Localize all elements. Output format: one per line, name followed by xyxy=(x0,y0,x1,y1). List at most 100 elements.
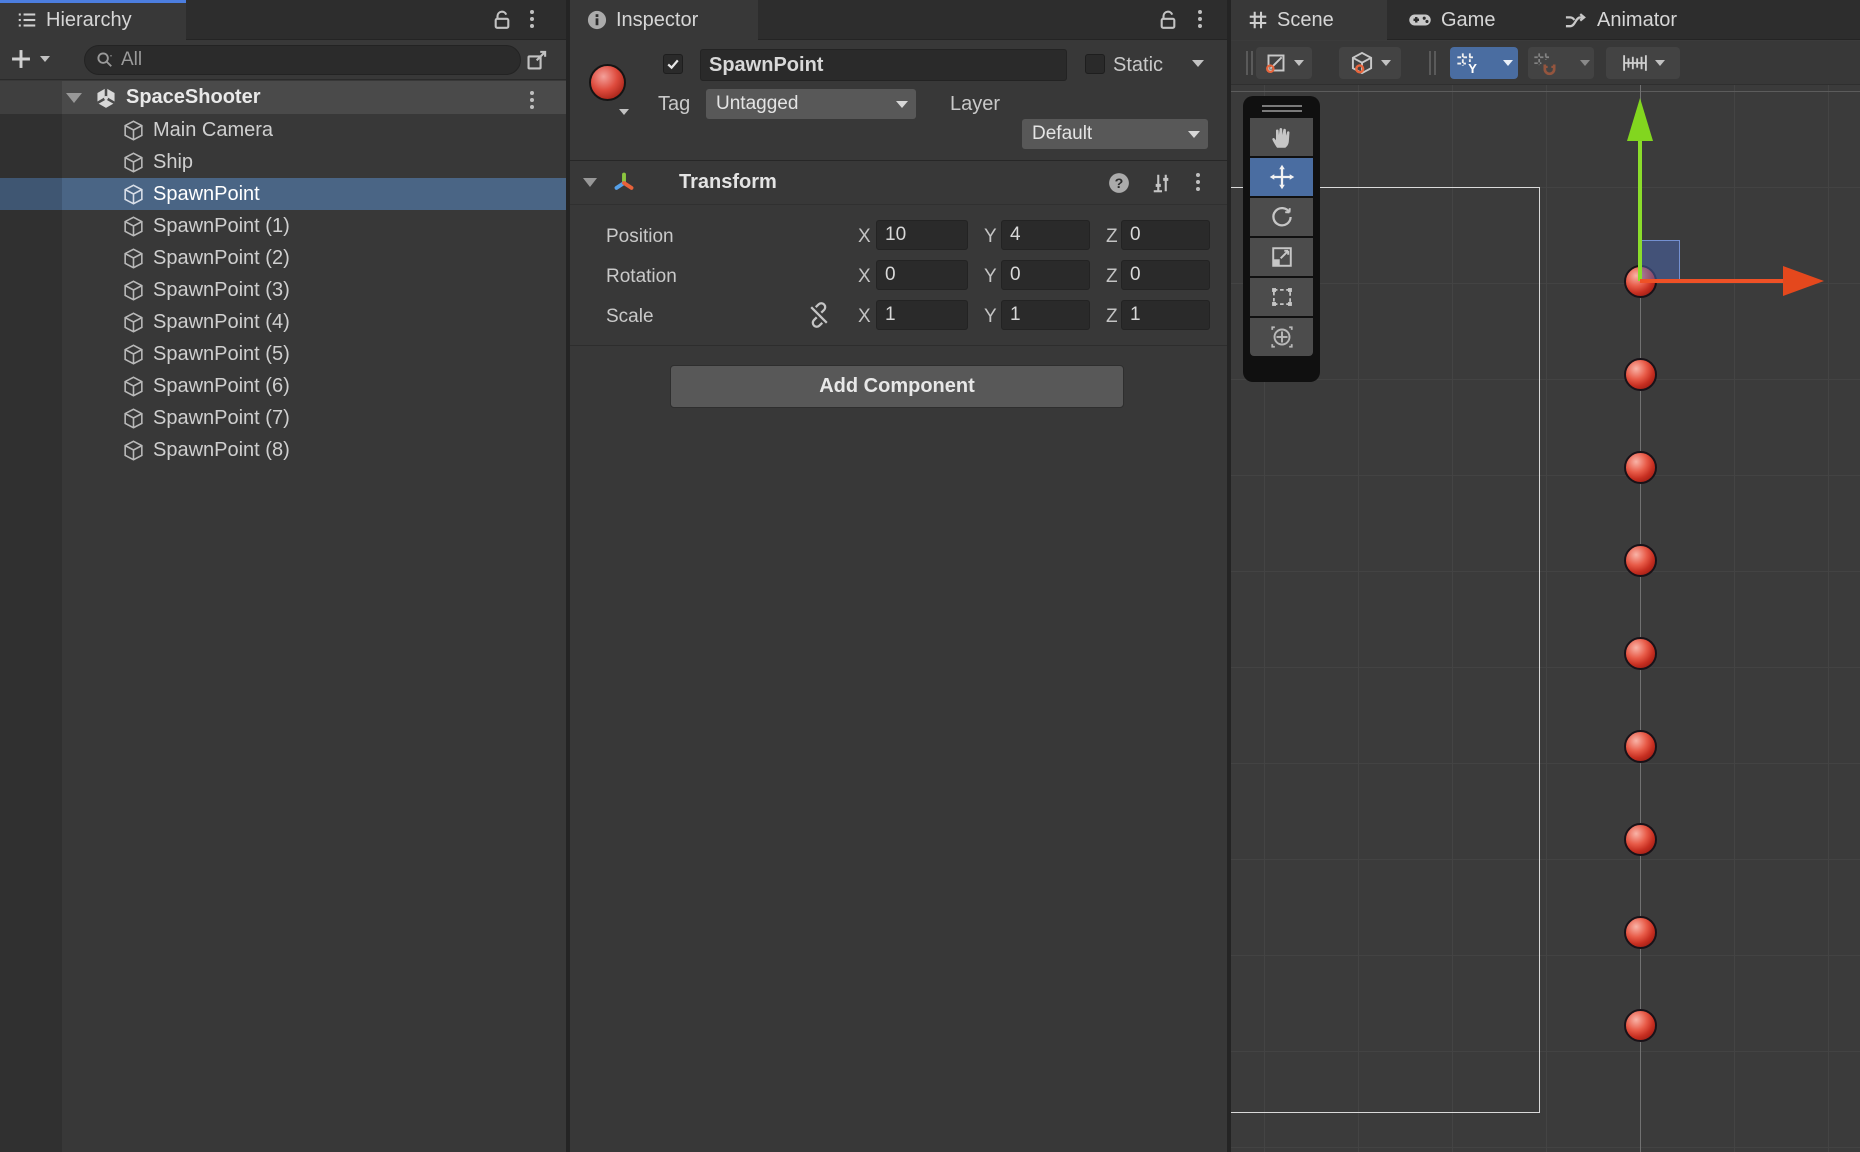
spawnpoint-gizmo-sphere[interactable] xyxy=(1624,451,1657,484)
gizmo-y-axis-arrowhead[interactable] xyxy=(1627,98,1653,141)
transform-tool-button[interactable] xyxy=(1250,318,1313,356)
tab-hierarchy[interactable]: Hierarchy xyxy=(0,0,186,40)
tree-row-spawnpoint-2[interactable]: SpawnPoint (2) xyxy=(0,242,566,274)
icon-picker-caret[interactable] xyxy=(619,109,629,115)
magnet-grid-icon xyxy=(1526,51,1561,76)
search-input[interactable] xyxy=(121,49,451,71)
palette-drag-handle[interactable] xyxy=(1250,102,1313,114)
cube-icon xyxy=(122,311,145,334)
view-options-button[interactable] xyxy=(1339,47,1401,79)
tool-palette xyxy=(1243,96,1320,382)
tree-row-spawnpoint-5[interactable]: SpawnPoint (5) xyxy=(0,338,566,370)
scene-row-spaceshooter[interactable]: SpaceShooter xyxy=(0,81,566,114)
add-object-button[interactable] xyxy=(8,46,34,72)
combined-transform-icon xyxy=(1269,324,1295,350)
rotation-y-field[interactable] xyxy=(1001,260,1090,290)
tree-row-spawnpoint-4[interactable]: SpawnPoint (4) xyxy=(0,306,566,338)
gizmo-x-axis-arrowhead[interactable] xyxy=(1783,266,1824,296)
add-object-caret-icon[interactable] xyxy=(40,56,50,62)
move-tool-button[interactable] xyxy=(1250,158,1313,196)
spawnpoint-gizmo-sphere[interactable] xyxy=(1624,544,1657,577)
spawnpoint-gizmo-sphere[interactable] xyxy=(1624,823,1657,856)
add-component-button[interactable]: Add Component xyxy=(670,365,1124,408)
transform-title: Transform xyxy=(679,171,777,194)
tree-row-spawnpoint-3[interactable]: SpawnPoint (3) xyxy=(0,274,566,306)
grid-snapping-button[interactable] xyxy=(1528,47,1594,79)
active-checkbox[interactable] xyxy=(663,54,683,74)
tree-row-spawnpoint-8[interactable]: SpawnPoint (8) xyxy=(0,434,566,466)
kebab-menu-icon[interactable] xyxy=(530,91,534,109)
rotation-z-field[interactable] xyxy=(1121,260,1210,290)
presets-icon[interactable] xyxy=(1150,171,1174,195)
dropdown-caret-icon xyxy=(1503,60,1513,66)
unity-scene-icon xyxy=(94,86,118,110)
tree-row-spawnpoint-selected[interactable]: SpawnPoint xyxy=(0,178,566,210)
kebab-menu-icon[interactable] xyxy=(1198,10,1202,28)
tree-row-spawnpoint-1[interactable]: SpawnPoint (1) xyxy=(0,210,566,242)
help-icon[interactable]: ? xyxy=(1107,171,1131,195)
foldout-icon[interactable] xyxy=(583,178,597,187)
tree-row-spawnpoint-7[interactable]: SpawnPoint (7) xyxy=(0,402,566,434)
layer-dropdown[interactable]: Default xyxy=(1022,119,1208,149)
hierarchy-list-icon xyxy=(16,9,38,31)
unlock-icon[interactable] xyxy=(1156,8,1180,32)
draw-mode-button[interactable] xyxy=(1256,47,1312,79)
axis-x-label: X xyxy=(858,226,871,248)
cube-icon xyxy=(122,375,145,398)
tab-game[interactable]: Game xyxy=(1391,0,1543,40)
tab-scene[interactable]: Scene xyxy=(1231,0,1387,40)
scale-x-field[interactable] xyxy=(876,300,968,330)
tree-row-spawnpoint-6[interactable]: SpawnPoint (6) xyxy=(0,370,566,402)
gizmo-xy-plane-handle[interactable] xyxy=(1640,240,1680,281)
rect-tool-button[interactable] xyxy=(1250,278,1313,316)
kebab-menu-icon[interactable] xyxy=(1196,173,1200,191)
static-caret-icon[interactable] xyxy=(1192,60,1204,67)
position-x-field[interactable] xyxy=(876,220,968,250)
toolbar-grip[interactable] xyxy=(1246,51,1253,75)
tab-animator[interactable]: Animator xyxy=(1547,0,1721,40)
object-red-sphere-icon[interactable] xyxy=(589,64,626,101)
spawnpoint-gizmo-sphere[interactable] xyxy=(1624,730,1657,763)
tag-value: Untagged xyxy=(716,93,798,115)
scene-viewport[interactable] xyxy=(1231,85,1860,1152)
popout-icon[interactable] xyxy=(524,47,550,73)
search-bar[interactable] xyxy=(84,45,521,75)
toolbar-grip[interactable] xyxy=(1429,51,1436,75)
unlock-icon[interactable] xyxy=(490,8,514,32)
tree-row-main-camera[interactable]: Main Camera xyxy=(0,114,566,146)
scale-tool-button[interactable] xyxy=(1250,238,1313,276)
kebab-menu-icon[interactable] xyxy=(530,10,534,28)
transform-header[interactable]: Transform ? xyxy=(570,160,1230,205)
spawnpoint-gizmo-sphere[interactable] xyxy=(1624,1009,1657,1042)
static-checkbox[interactable] xyxy=(1085,54,1105,74)
spawnpoint-gizmo-sphere[interactable] xyxy=(1624,916,1657,949)
hand-tool-button[interactable] xyxy=(1250,118,1313,156)
tree-row-ship[interactable]: Ship xyxy=(0,146,566,178)
snap-increment-button[interactable] xyxy=(1606,47,1680,79)
tag-label: Tag xyxy=(658,93,690,116)
scale-z-field[interactable] xyxy=(1121,300,1210,330)
axis-y-label: Y xyxy=(984,266,997,288)
grid-icon xyxy=(1247,9,1269,31)
rotation-x-field[interactable] xyxy=(876,260,968,290)
hierarchy-gutter xyxy=(0,81,62,1152)
spawnpoint-gizmo-sphere[interactable] xyxy=(1624,358,1657,391)
rotate-tool-button[interactable] xyxy=(1250,198,1313,236)
gizmo-y-axis-arrow[interactable] xyxy=(1638,140,1642,281)
spawnpoint-gizmo-sphere[interactable] xyxy=(1624,637,1657,670)
scale-y-field[interactable] xyxy=(1001,300,1090,330)
position-z-field[interactable] xyxy=(1121,220,1210,250)
axis-z-label: Z xyxy=(1106,226,1118,248)
tag-dropdown[interactable]: Untagged xyxy=(706,89,916,119)
object-name-field[interactable] xyxy=(700,49,1067,81)
position-y-field[interactable] xyxy=(1001,220,1090,250)
foldout-icon[interactable] xyxy=(66,93,82,103)
tab-inspector[interactable]: Inspector xyxy=(570,0,758,40)
static-label: Static xyxy=(1113,54,1163,77)
broken-link-icon[interactable] xyxy=(806,302,832,328)
inspector-panel: Inspector Static Tag Untagged Layer Defa… xyxy=(570,0,1230,1152)
dropdown-caret-icon xyxy=(1381,60,1391,66)
grid-visibility-button[interactable]: Y xyxy=(1450,47,1518,79)
gizmo-x-axis-arrow[interactable] xyxy=(1640,279,1784,283)
square-diagonal-orange-dot-icon xyxy=(1264,51,1288,75)
